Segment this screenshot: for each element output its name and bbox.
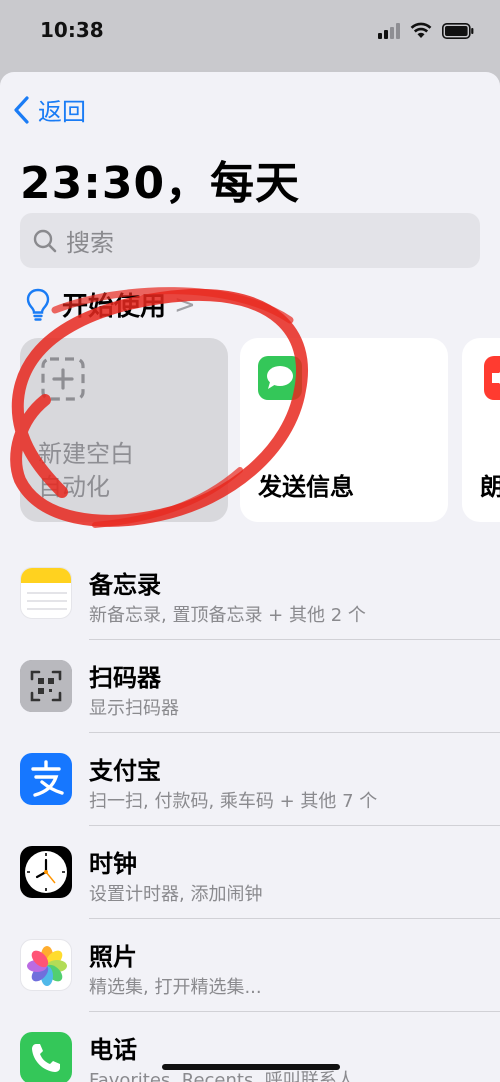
list-item-alipay[interactable]: 支付宝 扫一扫, 付款码, 乘车码 + 其他 7 个 [0, 733, 500, 826]
lightbulb-icon [26, 288, 50, 321]
back-label: 返回 [38, 98, 86, 126]
list-item-clock[interactable]: 时钟 设置计时器, 添加闹钟 [0, 826, 500, 919]
list-item-subtitle: 显示扫码器 [89, 698, 179, 719]
list-item-title: 时钟 [89, 850, 137, 878]
phone-icon [20, 1032, 72, 1082]
list-item-qr-scanner[interactable]: 扫码器 显示扫码器 [0, 640, 500, 733]
battery-icon [442, 22, 474, 39]
wifi-icon [410, 22, 432, 38]
get-started-header[interactable]: 开始使用 > [26, 286, 196, 323]
list-item-title: 电话 [89, 1036, 137, 1064]
qr-scanner-icon [20, 660, 72, 712]
messages-icon [258, 356, 302, 400]
automation-sheet: 返回 23:30，每天 搜索 开始使用 > 新建空白 自动化 发送信息 朗 备忘… [0, 72, 500, 1082]
signal-icon [378, 22, 400, 39]
list-item-title: 扫码器 [89, 664, 161, 692]
status-bar: 10:38 [0, 0, 500, 70]
search-placeholder: 搜索 [66, 229, 114, 257]
list-item-notes[interactable]: 备忘录 新备忘录, 置顶备忘录 + 其他 2 个 [0, 547, 500, 640]
add-dashed-square-icon [41, 357, 85, 401]
app-list: 备忘录 新备忘录, 置顶备忘录 + 其他 2 个 扫码器 显示扫码器 支付宝 扫… [0, 547, 500, 1082]
chevron-right-icon: > [174, 289, 196, 320]
card-label: 朗 [480, 473, 500, 501]
alipay-icon [20, 753, 72, 805]
list-item-photos[interactable]: 照片 精选集, 打开精选集... [0, 919, 500, 1012]
notes-icon [20, 567, 72, 619]
list-item-subtitle: 设置计时器, 添加闹钟 [89, 884, 263, 905]
search-icon [33, 229, 57, 252]
new-blank-automation-card[interactable]: 新建空白 自动化 [20, 338, 228, 522]
chevron-left-icon [14, 95, 29, 124]
list-item-title: 照片 [89, 943, 137, 971]
status-icons [378, 22, 474, 39]
list-item-subtitle: 精选集, 打开精选集... [89, 977, 262, 998]
photos-icon [20, 939, 72, 991]
third-suggestion-card[interactable]: 朗 [462, 338, 500, 522]
search-field[interactable]: 搜索 [20, 213, 480, 268]
speaker-icon [484, 356, 500, 400]
list-item-title: 备忘录 [89, 571, 161, 599]
suggestion-cards: 新建空白 自动化 发送信息 朗 [0, 338, 500, 524]
list-item-phone[interactable]: 电话 Favorites, Recents, 呼叫联系人 [0, 1012, 500, 1082]
back-button[interactable]: 返回 [12, 92, 86, 127]
list-item-subtitle: 新备忘录, 置顶备忘录 + 其他 2 个 [89, 605, 366, 626]
clock-icon [20, 846, 72, 898]
card-label: 新建空白 自动化 [38, 440, 134, 501]
send-message-card[interactable]: 发送信息 [240, 338, 448, 522]
home-indicator[interactable] [162, 1064, 340, 1070]
list-item-subtitle: 扫一扫, 付款码, 乘车码 + 其他 7 个 [89, 791, 378, 812]
status-time: 10:38 [40, 18, 104, 42]
card-label: 发送信息 [258, 473, 354, 501]
page-title: 23:30，每天 [20, 158, 301, 209]
list-item-title: 支付宝 [89, 757, 161, 785]
get-started-label: 开始使用 [62, 292, 167, 322]
